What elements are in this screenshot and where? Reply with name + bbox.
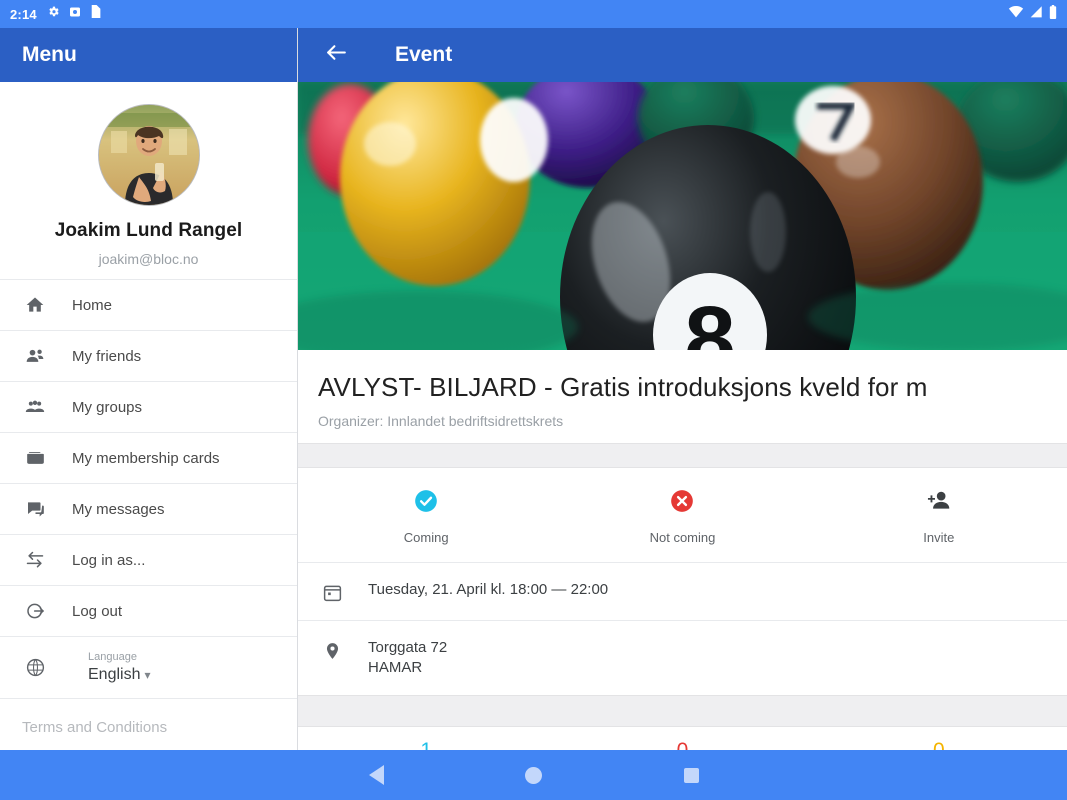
nav-recents-icon[interactable]	[683, 767, 699, 783]
profile-email: joakim@bloc.no	[98, 251, 199, 267]
pending-count[interactable]: 0	[811, 739, 1067, 750]
nav-home-icon[interactable]	[525, 766, 542, 784]
sidebar-item-language[interactable]: Language English ▾	[0, 637, 297, 699]
sidebar-item-label: My messages	[72, 500, 165, 518]
location-pin-icon	[318, 638, 346, 662]
section-divider-top	[298, 443, 1067, 468]
event-city: HAMAR	[368, 659, 423, 676]
coming-count[interactable]: 1	[298, 739, 554, 750]
sidebar-item-my-messages[interactable]: My messages	[0, 484, 297, 535]
event-location-text: Torggata 72 HAMAR	[368, 638, 447, 678]
logout-icon	[22, 601, 48, 621]
page-title: Event	[395, 43, 453, 66]
sidebar-item-log-out[interactable]: Log out	[0, 586, 297, 637]
person-add-icon	[925, 486, 953, 516]
svg-text:8: 8	[684, 288, 735, 350]
back-arrow-icon[interactable]	[324, 40, 349, 70]
event-location-row[interactable]: Torggata 72 HAMAR	[298, 620, 1067, 695]
drawer-header-bar: Menu	[0, 28, 297, 82]
wifi-icon	[1008, 5, 1024, 23]
status-bar: 2:14	[0, 0, 1067, 28]
language-value[interactable]: English ▾	[88, 666, 151, 684]
system-navigation-bar	[0, 750, 1067, 800]
sidebar-item-log-in-as[interactable]: Log in as...	[0, 535, 297, 586]
event-address: Torggata 72	[368, 639, 448, 656]
globe-icon	[22, 657, 48, 678]
app-screen: 2:14 Menu Joakim Lund Rangel joakim@bloc…	[0, 0, 1067, 800]
language-caption: Language	[88, 651, 137, 663]
sidebar-item-label: My friends	[72, 347, 142, 365]
event-title-block: AVLYST- BILJARD - Gratis introduksjons k…	[298, 350, 1067, 443]
coming-button[interactable]: Coming	[298, 468, 554, 562]
drawer-menu-list: Home My friends My groups My membership …	[0, 279, 297, 699]
event-hero-image: 8	[298, 82, 1067, 350]
event-date-row[interactable]: Tuesday, 21. April kl. 18:00 — 22:00	[298, 562, 1067, 620]
status-bar-clock: 2:14	[10, 6, 37, 22]
cancel-circle-icon	[669, 486, 695, 516]
drawer-profile[interactable]: Joakim Lund Rangel joakim@bloc.no	[0, 82, 297, 279]
language-value-text: English	[88, 666, 141, 683]
profile-name: Joakim Lund Rangel	[54, 220, 243, 241]
language-selector[interactable]: Language English ▾	[72, 651, 151, 684]
event-detail-pane: Event 8 AVLYST- BILJARD - Gratis introdu…	[298, 28, 1067, 750]
event-date-text: Tuesday, 21. April kl. 18:00 — 22:00	[368, 581, 609, 598]
navigation-drawer: Menu Joakim Lund Rangel joakim@bloc.no H…	[0, 28, 298, 750]
event-actions: Coming Not coming Invite	[298, 468, 1067, 562]
message-icon	[22, 499, 48, 519]
billiard-balls-photo: 8	[298, 82, 1067, 350]
check-circle-icon	[413, 486, 439, 516]
groups-icon	[22, 397, 48, 417]
invite-label: Invite	[923, 529, 955, 545]
friends-icon	[22, 346, 48, 366]
signal-icon	[1030, 5, 1043, 23]
coming-label: Coming	[403, 529, 449, 545]
event-title: AVLYST- BILJARD - Gratis introduksjons k…	[318, 372, 928, 402]
sidebar-item-label: My groups	[72, 398, 143, 416]
avatar-photo	[98, 105, 199, 205]
swap-icon	[22, 550, 48, 570]
wallet-icon	[22, 448, 48, 468]
terms-and-conditions-link[interactable]: Terms and Conditions	[0, 699, 297, 736]
sidebar-item-label: Log out	[72, 602, 123, 620]
sidebar-item-my-membership-cards[interactable]: My membership cards	[0, 433, 297, 484]
screenshot-icon	[69, 5, 81, 23]
chevron-down-icon: ▾	[144, 668, 151, 682]
home-icon	[22, 295, 48, 315]
drawer-title: Menu	[22, 43, 77, 66]
sidebar-item-label: My membership cards	[72, 449, 220, 467]
avatar[interactable]	[97, 104, 200, 206]
battery-icon	[1049, 4, 1057, 24]
gear-icon	[47, 5, 60, 23]
attendance-counts: 1 0 0	[298, 727, 1067, 750]
sidebar-item-my-friends[interactable]: My friends	[0, 331, 297, 382]
status-bar-right-icons	[1008, 4, 1057, 24]
section-divider-bottom	[298, 695, 1067, 727]
status-bar-left-icons	[47, 5, 101, 23]
sidebar-item-label: Log in as...	[72, 551, 146, 569]
sidebar-item-my-groups[interactable]: My groups	[0, 382, 297, 433]
sidebar-item-home[interactable]: Home	[0, 280, 297, 331]
not-coming-count[interactable]: 0	[554, 739, 810, 750]
calendar-icon	[318, 580, 346, 603]
invite-button[interactable]: Invite	[811, 468, 1067, 562]
not-coming-label: Not coming	[649, 529, 716, 545]
event-organizer: Organizer: Innlandet bedriftsidrettskret…	[318, 413, 564, 429]
document-icon	[90, 5, 101, 23]
not-coming-button[interactable]: Not coming	[554, 468, 810, 562]
app-bar: Event	[298, 28, 1067, 82]
sidebar-item-label: Home	[72, 296, 113, 314]
nav-back-icon[interactable]	[368, 765, 384, 785]
